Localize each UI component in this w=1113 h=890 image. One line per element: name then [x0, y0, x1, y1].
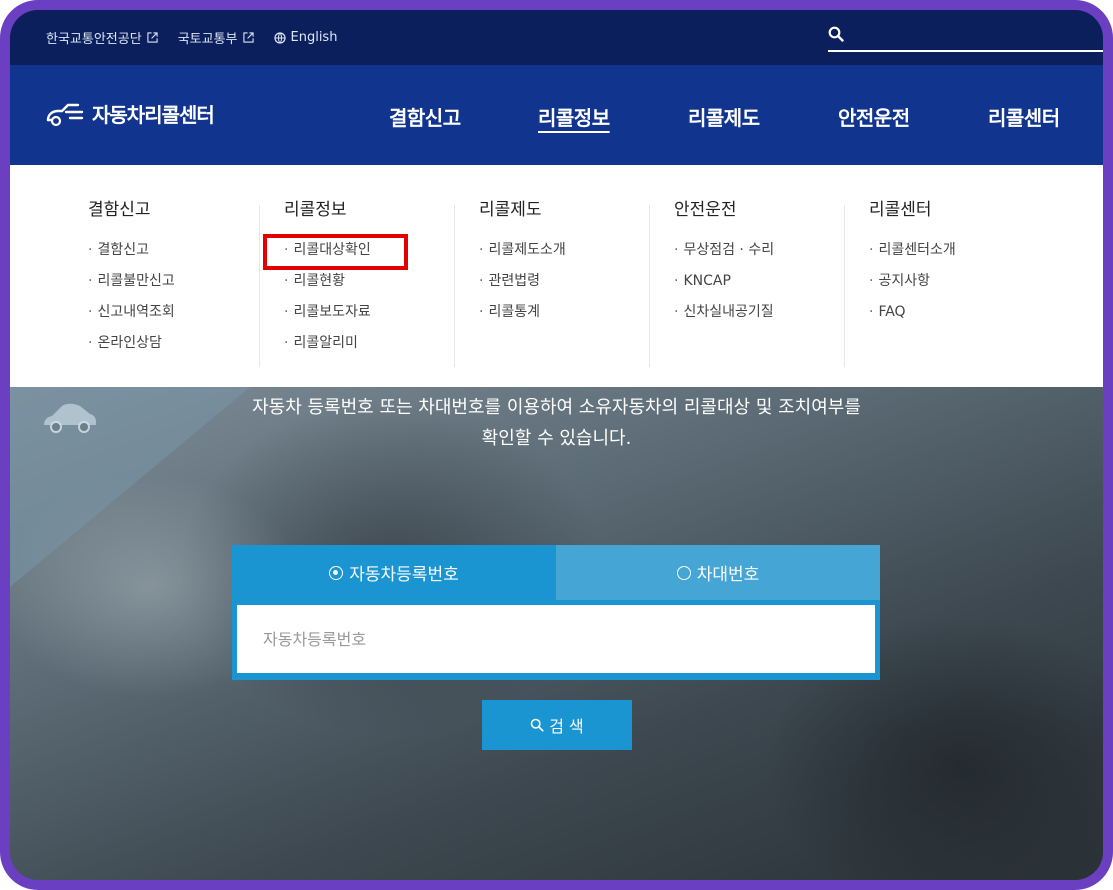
- menu-item-recall-status[interactable]: 리콜현황: [284, 273, 454, 304]
- site-logo[interactable]: 자동차리콜센터: [44, 98, 215, 128]
- mega-heading[interactable]: 결함신고: [88, 195, 283, 220]
- gnb-defect-report[interactable]: 결함신고: [389, 102, 461, 131]
- gnb-safe-driving[interactable]: 안전운전: [838, 102, 910, 131]
- top-search-input[interactable]: [850, 24, 1099, 48]
- mega-heading[interactable]: 안전운전: [674, 195, 844, 220]
- menu-item-recall-alert[interactable]: 리콜알리미: [284, 335, 454, 366]
- mega-menu: 결함신고 결함신고 리콜불만신고 신고내역조회 온라인상담 리콜정보 리콜대상확…: [10, 165, 1103, 387]
- menu-item-notices[interactable]: 공지사항: [869, 273, 1039, 304]
- menu-item-online-consult[interactable]: 온라인상담: [88, 335, 283, 366]
- tab-registration-number[interactable]: 자동차등록번호: [232, 545, 556, 600]
- search-input-wrapper: [232, 600, 880, 680]
- utility-bar: 한국교통안전공단 국토교통부 English: [10, 10, 1103, 65]
- hero-line-1: 자동차 등록번호 또는 차대번호를 이용하여 소유자동차의 리콜대상 및 조치여…: [252, 397, 861, 418]
- site-title: 자동차리콜센터: [92, 102, 215, 127]
- menu-item-related-laws[interactable]: 관련법령: [479, 273, 649, 304]
- gnb-recall-system[interactable]: 리콜제도: [688, 102, 760, 131]
- hero-section: 자동차 등록번호 또는 차대번호를 이용하여 소유자동차의 리콜대상 및 조치여…: [10, 387, 1103, 880]
- hero-description: 자동차 등록번호 또는 차대번호를 이용하여 소유자동차의 리콜대상 및 조치여…: [10, 392, 1103, 454]
- link-english[interactable]: English: [273, 28, 338, 47]
- search-icon[interactable]: [828, 26, 844, 42]
- registration-number-input[interactable]: [237, 605, 875, 673]
- mega-list: 리콜제도소개 관련법령 리콜통계: [479, 242, 649, 335]
- column-divider: [259, 205, 260, 367]
- hero-line-2: 확인할 수 있습니다.: [481, 428, 632, 449]
- menu-item-recall-complaint[interactable]: 리콜불만신고: [88, 273, 283, 304]
- menu-item-air-quality[interactable]: 신차실내공기질: [674, 304, 844, 335]
- mega-heading[interactable]: 리콜제도: [479, 195, 649, 220]
- link-kotsa[interactable]: 한국교통안전공단: [46, 28, 158, 47]
- gnb-recall-info[interactable]: 리콜정보: [538, 102, 610, 131]
- utility-links: 한국교통안전공단 국토교통부 English: [46, 28, 337, 47]
- column-divider: [844, 205, 845, 367]
- link-molit[interactable]: 국토교통부: [178, 28, 254, 47]
- main-navbar: 자동차리콜센터 결함신고 리콜정보 리콜제도 안전운전 리콜센터: [10, 65, 1103, 165]
- menu-item-free-inspection[interactable]: 무상점검 · 수리: [674, 242, 844, 273]
- globe-icon: [273, 31, 286, 44]
- menu-item-system-intro[interactable]: 리콜제도소개: [479, 242, 649, 273]
- menu-item-faq[interactable]: FAQ: [869, 304, 1039, 335]
- tab-vin-label: 차대번호: [696, 565, 760, 585]
- mega-list: 무상점검 · 수리 KNCAP 신차실내공기질: [674, 242, 844, 335]
- radio-unselected-icon: [676, 565, 691, 580]
- tab-vin[interactable]: 차대번호: [556, 545, 880, 600]
- mega-column-recall-info: 리콜정보 리콜대상확인 리콜현황 리콜보도자료 리콜알리미: [259, 195, 454, 367]
- link-kotsa-label: 한국교통안전공단: [46, 32, 142, 47]
- top-search: [828, 24, 1103, 52]
- search-button-label: 검 색: [549, 717, 584, 736]
- search-type-tabs: 자동차등록번호 차대번호: [232, 545, 880, 600]
- link-molit-label: 국토교통부: [177, 32, 238, 47]
- menu-item-recall-stats[interactable]: 리콜통계: [479, 304, 649, 335]
- menu-item-kncap[interactable]: KNCAP: [674, 273, 844, 304]
- search-button[interactable]: 검 색: [482, 700, 632, 750]
- external-link-icon: [242, 32, 254, 43]
- mega-list: 리콜센터소개 공지사항 FAQ: [869, 242, 1039, 335]
- mega-column-defect: 결함신고 결함신고 리콜불만신고 신고내역조회 온라인상담: [88, 195, 283, 366]
- car-logo-icon: [46, 103, 84, 127]
- column-divider: [649, 205, 650, 367]
- mega-list: 결함신고 리콜불만신고 신고내역조회 온라인상담: [88, 242, 283, 366]
- menu-item-center-intro[interactable]: 리콜센터소개: [869, 242, 1039, 273]
- external-link-icon: [147, 32, 158, 43]
- mega-heading[interactable]: 리콜센터: [869, 195, 1039, 220]
- mega-column-recall-system: 리콜제도 리콜제도소개 관련법령 리콜통계: [454, 195, 649, 367]
- link-english-label: English: [290, 30, 338, 45]
- menu-item-defect-report[interactable]: 결함신고: [88, 242, 283, 273]
- browser-viewport: 한국교통안전공단 국토교통부 English 자동차리콜센터 결함신고 리콜정보…: [10, 10, 1103, 880]
- menu-item-report-history[interactable]: 신고내역조회: [88, 304, 283, 335]
- red-highlight-box: [263, 234, 408, 270]
- menu-item-recall-press[interactable]: 리콜보도자료: [284, 304, 454, 335]
- column-divider: [454, 205, 455, 367]
- radio-selected-icon: [329, 565, 344, 580]
- mega-column-safe-driving: 안전운전 무상점검 · 수리 KNCAP 신차실내공기질: [649, 195, 844, 367]
- tab-registration-label: 자동차등록번호: [349, 565, 459, 585]
- device-frame: 한국교통안전공단 국토교통부 English 자동차리콜센터 결함신고 리콜정보…: [0, 0, 1113, 890]
- search-icon: [530, 718, 544, 732]
- gnb-recall-center[interactable]: 리콜센터: [988, 102, 1060, 131]
- mega-heading[interactable]: 리콜정보: [284, 195, 454, 220]
- mega-column-recall-center: 리콜센터 리콜센터소개 공지사항 FAQ: [844, 195, 1039, 367]
